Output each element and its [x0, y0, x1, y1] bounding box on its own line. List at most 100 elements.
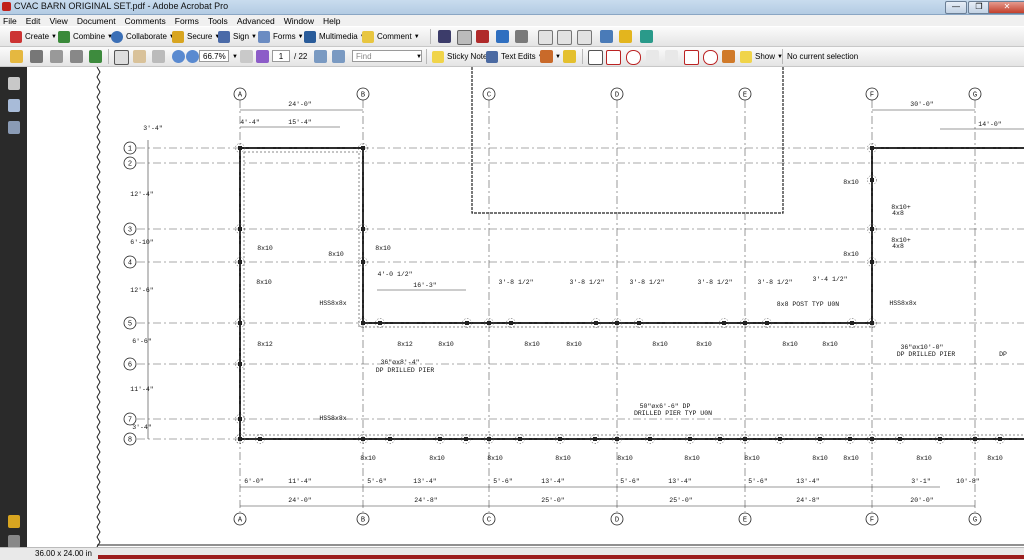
- zoom-out-icon[interactable]: [172, 50, 185, 63]
- measure-icon[interactable]: [619, 30, 632, 43]
- signatures-panel-icon[interactable]: [8, 515, 20, 528]
- multimedia-button[interactable]: Multimedia▼: [304, 30, 366, 43]
- rectangle-icon[interactable]: [684, 50, 699, 65]
- grid-bubble-label: 2: [128, 161, 132, 169]
- pages-panel-icon[interactable]: [8, 77, 20, 90]
- line-icon[interactable]: [665, 50, 678, 63]
- bookmarks-panel-icon[interactable]: [8, 99, 20, 112]
- oval-icon[interactable]: [703, 50, 718, 65]
- lock-icon: [172, 30, 184, 43]
- page-icon[interactable]: [538, 30, 553, 45]
- cursor-icon[interactable]: [114, 50, 129, 65]
- marquee-zoom-icon[interactable]: [152, 50, 165, 63]
- menu-bar: File Edit View Document Comments Forms T…: [0, 15, 1024, 26]
- menu-comments[interactable]: Comments: [122, 16, 169, 27]
- dimension-label: 11'-4": [130, 386, 154, 393]
- callout-icon[interactable]: [606, 50, 621, 65]
- dimension-label: 8x10: [375, 245, 391, 252]
- dimension-label: 8x10: [822, 341, 838, 348]
- menu-file[interactable]: File: [0, 16, 20, 27]
- create-button[interactable]: Create ▼: [10, 30, 57, 43]
- grid-bubble-A: A: [233, 87, 247, 101]
- open-icon[interactable]: [10, 50, 23, 63]
- minimize-button[interactable]: —: [945, 1, 967, 14]
- grid-bubble-C: C: [482, 512, 496, 526]
- find-field[interactable]: Find: [352, 50, 422, 62]
- save-icon[interactable]: [50, 50, 63, 63]
- combine-button[interactable]: Combine ▼: [58, 30, 113, 43]
- fit-page-icon[interactable]: [314, 50, 327, 63]
- find-dropdown-chevron-icon[interactable]: ▼: [414, 50, 422, 63]
- dimension-label: 8x10: [487, 455, 503, 462]
- secure-button[interactable]: Secure▼: [172, 30, 220, 43]
- dimension-label: 24'-0": [288, 101, 312, 108]
- menu-forms[interactable]: Forms: [172, 16, 202, 27]
- fit-width-icon[interactable]: [332, 50, 345, 63]
- grid-bubble-label: 6: [128, 362, 132, 370]
- dimension-label: 5'-6": [367, 478, 387, 485]
- show-button[interactable]: Show ▼: [740, 50, 783, 63]
- sign-button[interactable]: Sign ▼: [218, 30, 257, 43]
- dimension-label: 8x10: [652, 341, 668, 348]
- spell-check-icon[interactable]: [640, 30, 653, 43]
- arrow-icon[interactable]: [646, 50, 659, 63]
- grid-bubble-label: F: [870, 92, 874, 100]
- navigation-pane: [0, 67, 27, 548]
- menu-help[interactable]: Help: [320, 16, 343, 27]
- page-number-field[interactable]: 1: [272, 50, 290, 62]
- link-icon[interactable]: [496, 30, 509, 43]
- collaborate-button[interactable]: Collaborate▼: [111, 30, 175, 43]
- forms-icon: [258, 30, 270, 43]
- menu-edit[interactable]: Edit: [23, 16, 44, 27]
- warning-icon[interactable]: [563, 50, 576, 63]
- forms-button[interactable]: Forms ▼: [258, 30, 304, 43]
- dimension-label: 8x10: [555, 455, 571, 462]
- hand-icon[interactable]: [133, 50, 146, 63]
- cloud-icon[interactable]: [626, 50, 641, 65]
- menu-tools[interactable]: Tools: [205, 16, 231, 27]
- close-button[interactable]: ✕: [988, 1, 1024, 14]
- maximize-button[interactable]: ❐: [968, 1, 990, 14]
- stamp-icon[interactable]: [540, 50, 553, 63]
- dimension-label: HSS8x8x: [319, 415, 346, 422]
- zoom-dropdown-chevron-icon[interactable]: ▼: [230, 50, 238, 63]
- grid-bubble-B: B: [356, 87, 370, 101]
- redact-icon[interactable]: [600, 30, 613, 43]
- email-icon[interactable]: [70, 50, 83, 63]
- menu-window[interactable]: Window: [281, 16, 317, 27]
- sticky-note-icon: [432, 50, 444, 63]
- print-icon[interactable]: [30, 50, 43, 63]
- select-icon[interactable]: [438, 30, 451, 43]
- dimension-label: 5'-6": [493, 478, 513, 485]
- ocr-icon[interactable]: [457, 30, 472, 45]
- attach-icon[interactable]: [515, 30, 528, 43]
- crop-icon[interactable]: [557, 30, 572, 45]
- sticky-note-button[interactable]: Sticky Note: [432, 50, 487, 63]
- dimension-label: DP: [999, 351, 1007, 358]
- dimension-label: 8x10: [696, 341, 712, 348]
- attachments-panel-icon[interactable]: [8, 121, 20, 134]
- prev-page-icon[interactable]: [240, 50, 253, 63]
- menu-document[interactable]: Document: [74, 16, 119, 27]
- grid-bubble-label: C: [487, 517, 491, 525]
- toolbar-separator: [582, 49, 583, 64]
- comment-button[interactable]: Comment ▼: [362, 30, 420, 43]
- grid-bubble-label: D: [615, 92, 619, 100]
- dimension-label: 6'-6": [132, 338, 152, 345]
- zoom-in-icon[interactable]: [186, 50, 199, 63]
- document-view[interactable]: AABBCCDDEEFFGG12345678 24'-0" 4'-4" 15'-4"…: [27, 67, 1024, 547]
- pencil-icon[interactable]: [722, 50, 735, 63]
- grid-bubble-D: D: [610, 512, 624, 526]
- dimension-label: 8x10: [524, 341, 540, 348]
- text-field-icon[interactable]: [577, 30, 592, 45]
- menu-view[interactable]: View: [46, 16, 70, 27]
- export-icon[interactable]: [476, 30, 489, 43]
- text-edits-button[interactable]: Text Edits▼: [486, 50, 544, 63]
- text-box-icon[interactable]: [588, 50, 603, 65]
- stamp-dropdown-chevron-icon[interactable]: ▼: [553, 50, 561, 63]
- menu-advanced[interactable]: Advanced: [234, 16, 278, 27]
- zoom-field[interactable]: 66.7%: [199, 50, 229, 62]
- next-page-icon[interactable]: [256, 50, 269, 63]
- grid-bubble-6: 6: [123, 357, 137, 371]
- web-icon[interactable]: [89, 50, 102, 63]
